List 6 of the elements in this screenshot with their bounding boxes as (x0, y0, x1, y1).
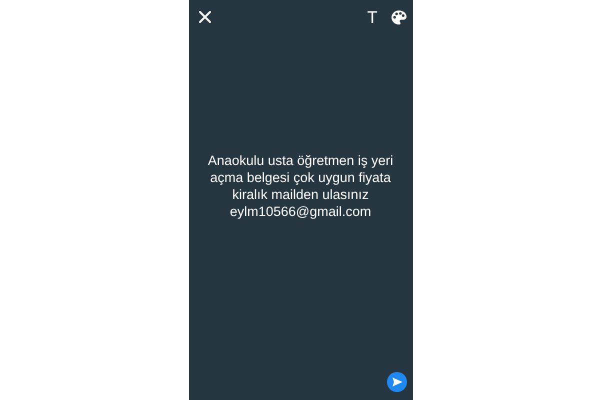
close-icon[interactable] (198, 11, 210, 23)
send-icon (392, 377, 403, 387)
palette-icon[interactable] (390, 10, 406, 24)
text-tool-button[interactable]: T (367, 8, 378, 26)
story-text: Anaokulu usta öğretmen iş yeri açma belgesi çok uygun fiyata kiralık mailden ulasınız eylm10566@gmail.com (208, 152, 394, 220)
send-button[interactable] (386, 372, 406, 392)
